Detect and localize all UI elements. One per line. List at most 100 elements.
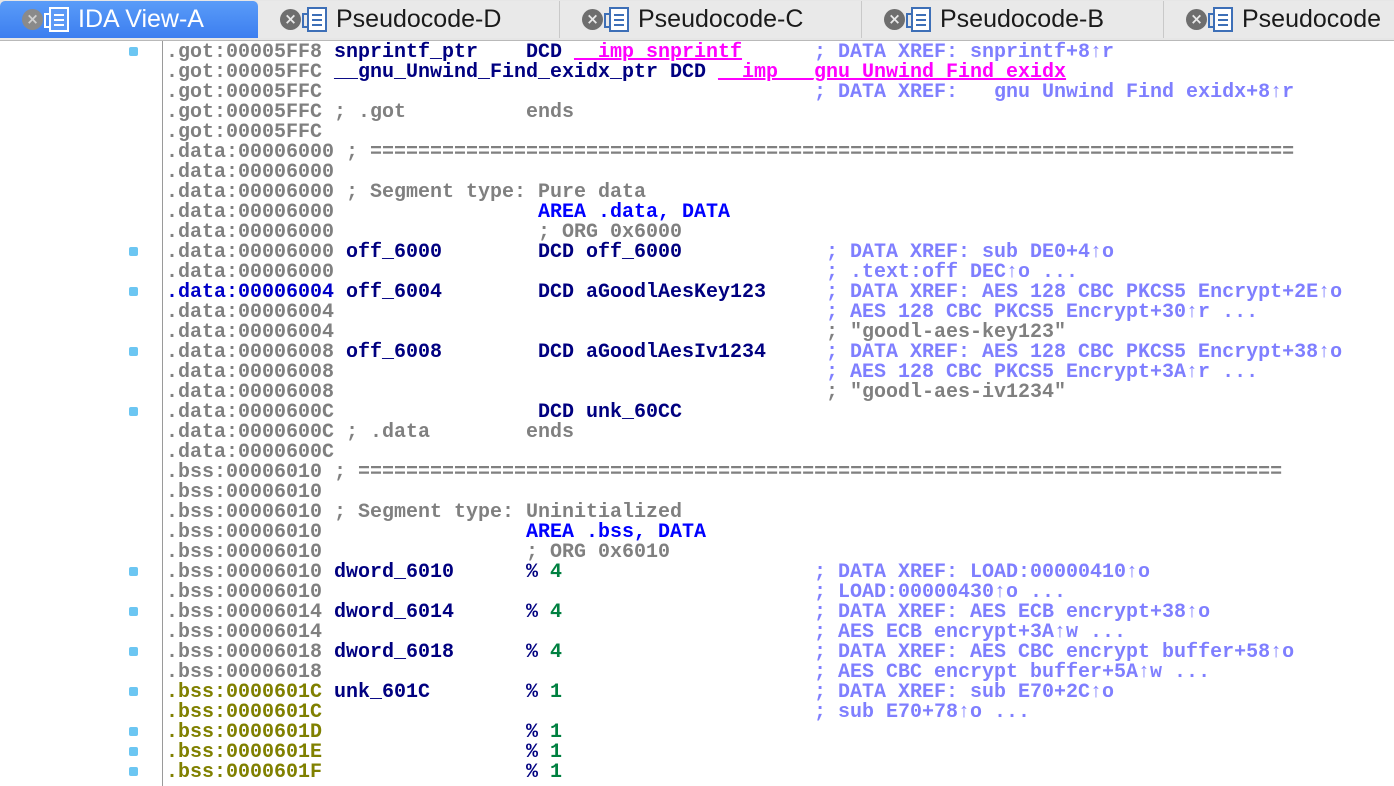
xref-comment[interactable]: ; DATA XREF: AES ECB encrypt+38↑o [814,603,1210,623]
listing-line[interactable]: .data:0000600C ; .data ends [166,423,1394,443]
instruction-mnemonic[interactable]: DCD [538,243,574,263]
listing-line[interactable]: .bss:00006010 ; LOAD:00000430↑o ... [166,583,1394,603]
xref-comment[interactable]: ; DATA XREF: sub E70+2C↑o [814,683,1114,703]
comment[interactable]: ; Segment type: Uninitialized [334,503,682,523]
xref-comment[interactable]: ; DATA XREF: AES CBC encrypt buffer+58↑o [814,643,1294,663]
segment-end-keyword[interactable]: ends [526,423,574,443]
listing-line[interactable]: .data:00006000 AREA .data, DATA [166,203,1394,223]
line-address[interactable]: .bss:00006018 [166,643,322,663]
instruction-mnemonic[interactable]: % [526,603,538,623]
line-address[interactable]: .data:00006004 [166,303,334,323]
tab-ida-view-a[interactable]: × IDA View-A [0,1,258,38]
line-address[interactable]: .got:00005FFC [166,63,322,83]
line-address[interactable]: .got:00005FFC [166,83,322,103]
line-address[interactable]: .data:0000600C [166,403,334,423]
string-comment[interactable]: ; "goodl-aes-iv1234" [826,383,1066,403]
instruction-mnemonic[interactable]: % [526,723,538,743]
listing-line[interactable]: .bss:00006014 ; AES ECB encrypt+3A↑w ... [166,623,1394,643]
xref-comment[interactable]: ; AES 128 CBC PKCS5 Encrypt+30↑r ... [826,303,1258,323]
instruction-mnemonic[interactable]: % [526,643,538,663]
line-address[interactable]: .data:00006000 [166,143,334,163]
listing-line[interactable]: .data:00006000 off_6000 DCD off_6000 ; DATA … [166,243,1394,263]
listing-line[interactable]: .bss:0000601C unk_601C% 1 ; DATA XREF: sub … [166,683,1394,703]
line-address[interactable]: .bss:00006010 [166,503,322,523]
listing-line[interactable]: .bss:00006010 ; Segment type: Uninitializ… [166,503,1394,523]
string-comment[interactable]: ; "goodl-aes-key123" [826,323,1066,343]
line-address[interactable]: .data:00006008 [166,343,334,363]
instruction-mnemonic[interactable]: % [526,763,538,783]
close-tab-icon[interactable]: × [582,9,603,30]
xref-comment[interactable]: ; AES 128 CBC PKCS5 Encrypt+3A↑r ... [826,363,1258,383]
comment[interactable]: ; Segment type: Pure data [346,183,646,203]
segment-end-keyword[interactable]: ends [526,103,574,123]
listing-line[interactable]: .got:00005FFC ; DATA XREF: gnu Unwind Fin… [166,83,1394,103]
close-tab-icon[interactable]: × [280,9,301,30]
area-directive[interactable]: AREA .data, DATA [538,203,730,223]
xref-comment[interactable]: ; sub E70+78↑o ... [814,703,1030,723]
symbol-name[interactable]: off_6004 [346,283,442,303]
listing-line[interactable]: .bss:0000601F% 1 [166,763,1394,783]
comment[interactable]: ; .data [346,423,430,443]
line-address[interactable]: .got:00005FF8 [166,43,322,63]
line-address[interactable]: .data:00006000 [166,203,334,223]
operand-number[interactable]: 1 [550,763,562,783]
listing-line[interactable]: .data:00006000 ; ORG 0x6000 [166,223,1394,243]
breakpoint-marker-icon[interactable] [129,47,138,56]
breakpoint-marker-icon[interactable] [129,687,138,696]
breakpoint-marker-icon[interactable] [129,747,138,756]
breakpoint-marker-icon[interactable] [129,727,138,736]
line-address[interactable]: .data:0000600C [166,443,334,463]
line-address[interactable]: .bss:0000601C [166,703,322,723]
listing-line[interactable]: .data:00006000 [166,163,1394,183]
listing-line[interactable]: .data:00006008 ; AES 128 CBC PKCS5 Encryp… [166,363,1394,383]
operand[interactable]: off_6000 [586,243,682,263]
operand-number[interactable]: 1 [550,683,562,703]
symbol-name[interactable]: off_6000 [346,243,442,263]
listing-line[interactable]: .got:00005FFC ; .got ends [166,103,1394,123]
listing-line[interactable]: .bss:00006018 dword_6018% 4 ; DATA XREF: AE… [166,643,1394,663]
line-address[interactable]: .data:00006008 [166,383,334,403]
listing-line[interactable]: .data:0000600C [166,443,1394,463]
xref-comment[interactable]: ; DATA XREF: gnu Unwind Find exidx+8↑r [814,83,1294,103]
listing-line[interactable]: .bss:00006010 [166,483,1394,503]
listing-line[interactable]: .bss:00006010 ; =========================… [166,463,1394,483]
instruction-mnemonic[interactable]: % [526,683,538,703]
line-address[interactable]: .bss:00006010 [166,523,322,543]
breakpoint-marker-icon[interactable] [129,607,138,616]
line-address[interactable]: .bss:00006014 [166,623,322,643]
line-address[interactable]: .data:00006000 [166,183,334,203]
line-address[interactable]: .bss:00006010 [166,563,322,583]
operand[interactable]: aGoodlAesIv1234 [586,343,766,363]
xref-comment[interactable]: ; LOAD:00000430↑o ... [814,583,1066,603]
line-address[interactable]: .bss:0000601F [166,763,322,783]
tab-pseudocode-b[interactable]: × Pseudocode-B [862,1,1164,38]
listing-line[interactable]: .bss:00006010 dword_6010% 4 ; DATA XREF: LO… [166,563,1394,583]
line-address[interactable]: .data:00006000 [166,243,334,263]
symbol-name[interactable]: dword_6010 [334,563,454,583]
listing-line[interactable]: .data:00006000 ; .text:off DEC↑o ... [166,263,1394,283]
instruction-mnemonic[interactable]: DCD [670,63,706,83]
xref-comment[interactable]: ; DATA XREF: AES 128 CBC PKCS5 Encrypt+3… [826,343,1342,363]
operand-number[interactable]: 1 [550,743,562,763]
area-directive[interactable]: AREA .bss, DATA [526,523,706,543]
breakpoint-marker-icon[interactable] [129,247,138,256]
listing-line[interactable]: .data:00006008 off_6008 DCD aGoodlAesIv1234… [166,343,1394,363]
operand[interactable]: unk_60CC [586,403,682,423]
tab-pseudocode[interactable]: × Pseudocode [1164,1,1394,38]
import-reference[interactable]: __imp_snprintf [574,43,742,63]
line-address[interactable]: .data:00006004 [166,283,334,303]
listing-line[interactable]: .got:00005FFC __gnu_Unwind_Find_exidx_ptr… [166,63,1394,83]
operand-number[interactable]: 4 [550,563,562,583]
symbol-name[interactable]: dword_6014 [334,603,454,623]
breakpoint-marker-icon[interactable] [129,287,138,296]
listing-line[interactable]: .bss:00006018 ; AES CBC encrypt buffer+5A… [166,663,1394,683]
breakpoint-marker-icon[interactable] [129,567,138,576]
tab-pseudocode-c[interactable]: × Pseudocode-C [560,1,862,38]
import-reference[interactable]: __imp___gnu_Unwind_Find_exidx [718,63,1066,83]
operand-number[interactable]: 1 [550,723,562,743]
listing-line[interactable]: .got:00005FFC [166,123,1394,143]
disassembly-listing[interactable]: .got:00005FF8 snprintf_ptr DCD __imp_snprin… [166,43,1394,783]
symbol-name[interactable]: __gnu_Unwind_Find_exidx_ptr [334,63,658,83]
xref-comment[interactable]: ; AES ECB encrypt+3A↑w ... [814,623,1126,643]
instruction-mnemonic[interactable]: % [526,743,538,763]
